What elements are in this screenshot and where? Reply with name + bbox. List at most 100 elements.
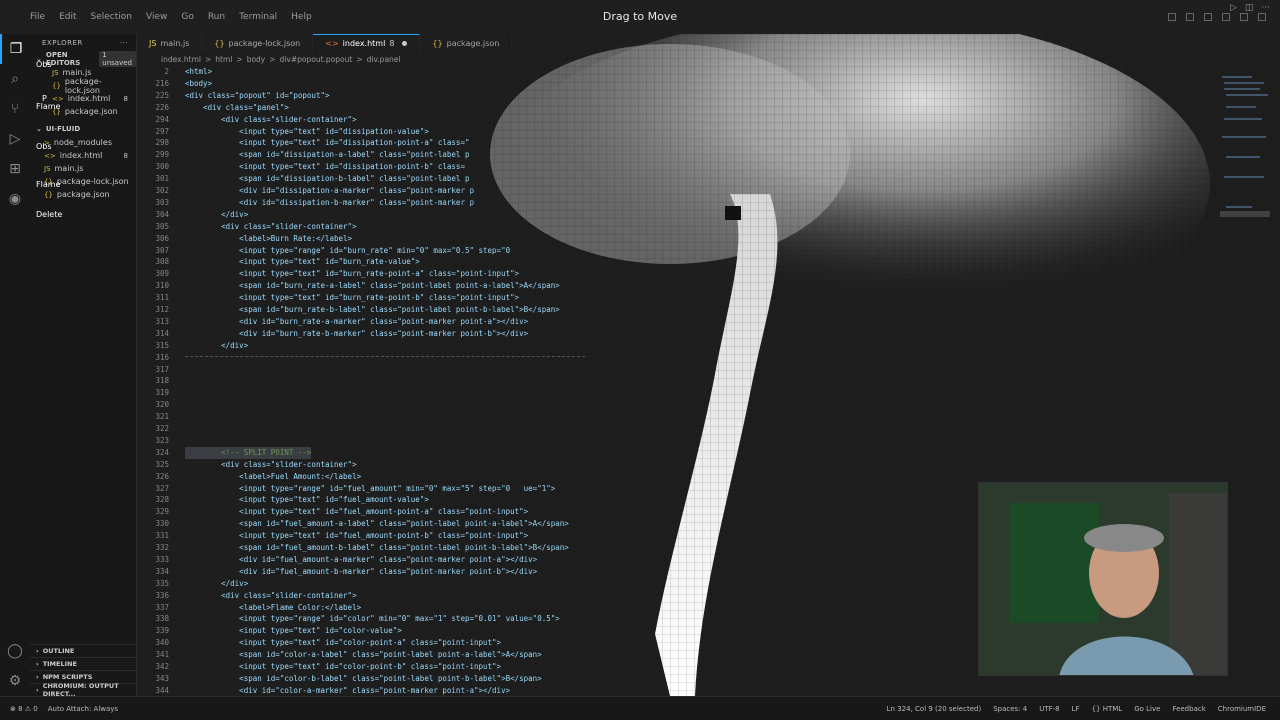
file-item[interactable]: {} package.json <box>30 188 136 201</box>
code-line[interactable]: 319 <box>137 387 697 399</box>
code-line[interactable]: 326 <label>Fuel Amount:</label> <box>137 471 697 483</box>
layout-icon[interactable] <box>1168 13 1176 21</box>
code-editor[interactable]: 2 <html> 216 <body> 225 <div class="popout" i… <box>137 66 697 696</box>
status-right-item[interactable]: Feedback <box>1172 705 1205 713</box>
sidebar-section-1[interactable]: › TIMELINE <box>30 657 137 670</box>
code-line[interactable]: 339 <input type="text" id="color-value"> <box>137 625 697 637</box>
code-line[interactable]: 328 <input type="text" id="fuel_amount-v… <box>137 494 697 506</box>
code-line[interactable]: 325 <div class="slider-container"> <box>137 459 697 471</box>
search-icon[interactable]: ⌕ <box>0 64 30 94</box>
chromium-icon[interactable]: ◉ <box>0 184 30 214</box>
code-line[interactable]: 302 <div id="dissipation-a-marker" class… <box>137 185 697 197</box>
code-line[interactable]: 323 <box>137 435 697 447</box>
code-line[interactable]: 332 <span id="fuel_amount-b-label" class… <box>137 542 697 554</box>
split-editor-icon[interactable]: ◫ <box>1245 3 1254 13</box>
menu-item-go[interactable]: Go <box>181 12 193 22</box>
code-line[interactable]: 321 <box>137 411 697 423</box>
status-right-item[interactable]: ChromiumIDE <box>1218 705 1266 713</box>
menu-item-terminal[interactable]: Terminal <box>239 12 277 22</box>
code-line[interactable]: 312 <span id="burn_rate-b-label" class="… <box>137 304 697 316</box>
code-line[interactable]: 299 <span id="dissipation-a-label" class… <box>137 149 697 161</box>
code-line[interactable]: 331 <input type="text" id="fuel_amount-p… <box>137 530 697 542</box>
code-line[interactable]: 322 <box>137 423 697 435</box>
overlay-label[interactable]: Delete <box>36 210 62 219</box>
code-line[interactable]: 327 <input type="range" id="fuel_amount"… <box>137 483 697 495</box>
status-right-item[interactable]: Go Live <box>1134 705 1160 713</box>
breadcrumb-segment[interactable]: index.html <box>161 55 201 64</box>
code-line[interactable]: 305 <div class="slider-container"> <box>137 221 697 233</box>
code-line[interactable]: 307 <input type="range" id="burn_rate" m… <box>137 245 697 257</box>
status-right-item[interactable]: Ln 324, Col 9 (20 selected) <box>887 705 982 713</box>
source-control-icon[interactable]: ⑂ <box>0 94 30 124</box>
code-line[interactable]: 226 <div class="panel"> <box>137 102 697 114</box>
code-line[interactable]: 313 <div id="burn_rate-a-marker" class="… <box>137 316 697 328</box>
breadcrumb-segment[interactable]: div.panel <box>367 55 401 64</box>
drag-to-move-label[interactable]: Drag to Move <box>560 10 720 23</box>
code-line[interactable]: 297 <input type="text" id="dissipation-v… <box>137 126 697 138</box>
code-line[interactable]: 330 <span id="fuel_amount-a-label" class… <box>137 518 697 530</box>
code-line[interactable]: 318 <box>137 375 697 387</box>
run-icon[interactable]: ▷ <box>1230 3 1237 13</box>
status-left-item[interactable]: ⊗ 8 ⚠ 0 <box>10 705 38 713</box>
code-line[interactable]: 300 <input type="text" id="dissipation-p… <box>137 161 697 173</box>
code-line[interactable]: 340 <input type="text" id="color-point-a… <box>137 637 697 649</box>
menu-item-edit[interactable]: Edit <box>59 12 76 22</box>
code-line[interactable]: 337 <label>Flame Color:</label> <box>137 602 697 614</box>
unsaved-dot-icon[interactable] <box>402 41 408 46</box>
code-line[interactable]: 341 <span id="color-a-label" class="poin… <box>137 649 697 661</box>
menu-item-run[interactable]: Run <box>208 12 225 22</box>
tab-index-html[interactable]: <> index.html 8 <box>313 34 421 52</box>
gear-icon[interactable]: ⚙ <box>0 666 30 696</box>
sidebar-section-3[interactable]: › CHROMIUM: OUTPUT DIRECT... <box>30 682 137 698</box>
code-line[interactable]: 225 <div class="popout" id="popout"> <box>137 90 697 102</box>
breadcrumb-segment[interactable]: body <box>247 55 266 64</box>
code-line[interactable]: 316 <box>137 352 697 364</box>
menu-item-file[interactable]: File <box>30 12 45 22</box>
code-line[interactable]: 344 <div id="color-a-marker" class="poin… <box>137 685 697 697</box>
file-item[interactable]: JS main.js <box>30 162 136 175</box>
code-line[interactable]: 308 <input type="text" id="burn_rate-val… <box>137 256 697 268</box>
code-line[interactable]: 303 <div id="dissipation-b-marker" class… <box>137 197 697 209</box>
account-icon[interactable]: ◯ <box>0 636 30 666</box>
file-item[interactable]: {} package-lock.json <box>30 77 136 95</box>
explorer-icon[interactable]: ❐ <box>0 34 30 64</box>
status-right-item[interactable]: Spaces: 4 <box>993 705 1027 713</box>
code-line[interactable]: 338 <input type="range" id="color" min="… <box>137 613 697 625</box>
overlay-label[interactable]: Obs <box>36 142 52 151</box>
code-line[interactable]: 306 <label>Burn Rate:</label> <box>137 233 697 245</box>
maximize-icon[interactable] <box>1240 13 1248 21</box>
status-right-item[interactable]: LF <box>1072 705 1080 713</box>
close-icon[interactable] <box>1258 13 1266 21</box>
code-line[interactable]: 336 <div class="slider-container"> <box>137 590 697 602</box>
folder-section[interactable]: ⌄ UI-FLUID <box>30 122 136 136</box>
code-line[interactable]: 294 <div class="slider-container"> <box>137 114 697 126</box>
panel-icon[interactable] <box>1204 13 1212 21</box>
code-line[interactable]: 324 <!-- SPLIT POINT --> <box>137 446 697 459</box>
code-line[interactable]: 304 </div> <box>137 209 697 221</box>
code-line[interactable]: 315 </div> <box>137 340 697 352</box>
code-line[interactable]: 334 <div id="fuel_amount-b-marker" class… <box>137 566 697 578</box>
code-line[interactable]: 301 <span id="dissipation-b-label" class… <box>137 173 697 185</box>
overlay-label[interactable]: Flame <box>36 102 60 111</box>
menu-item-help[interactable]: Help <box>291 12 312 22</box>
split-icon[interactable] <box>1186 13 1194 21</box>
code-line[interactable]: 310 <span id="burn_rate-a-label" class="… <box>137 280 697 292</box>
sidebar-section-0[interactable]: › OUTLINE <box>30 644 137 657</box>
status-right-item[interactable]: {} HTML <box>1092 705 1123 713</box>
status-right-item[interactable]: UTF-8 <box>1039 705 1059 713</box>
code-line[interactable]: 314 <div id="burn_rate-b-marker" class="… <box>137 328 697 340</box>
tab-package-lock-json[interactable]: {} package-lock.json <box>202 34 314 52</box>
code-line[interactable]: 309 <input type="text" id="burn_rate-poi… <box>137 268 697 280</box>
tab-package-json[interactable]: {} package.json <box>420 34 513 52</box>
menu-item-view[interactable]: View <box>146 12 167 22</box>
breadcrumb-segment[interactable]: div#popout.popout <box>280 55 353 64</box>
code-line[interactable]: 320 <box>137 399 697 411</box>
code-line[interactable]: 335 </div> <box>137 578 697 590</box>
code-line[interactable]: 311 <input type="text" id="burn_rate-poi… <box>137 292 697 304</box>
more-icon[interactable]: ··· <box>120 39 128 47</box>
code-line[interactable]: 298 <input type="text" id="dissipation-p… <box>137 137 697 149</box>
more-icon[interactable]: ··· <box>1261 3 1270 13</box>
tab-main-js[interactable]: JS main.js <box>137 34 203 52</box>
code-line[interactable]: 317 <box>137 364 697 376</box>
code-line[interactable]: 329 <input type="text" id="fuel_amount-p… <box>137 506 697 518</box>
